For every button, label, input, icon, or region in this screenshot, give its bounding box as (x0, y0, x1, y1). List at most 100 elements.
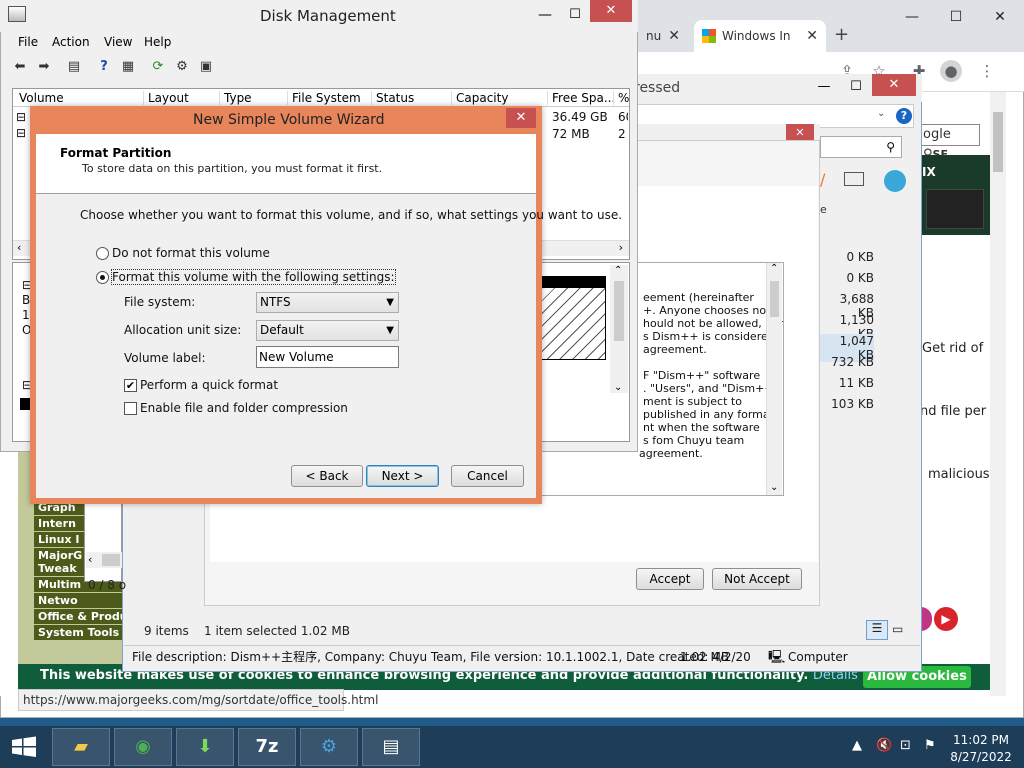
site-nav-item[interactable]: Office & Produ (34, 609, 122, 624)
taskbar-settings-app[interactable]: ⚙ (300, 728, 358, 766)
article-snippet[interactable]: Get rid of (922, 341, 983, 356)
search-input[interactable]: ⚲ (820, 136, 902, 158)
volume-label-input[interactable]: New Volume (256, 346, 399, 368)
site-nav-item[interactable]: Netwo (34, 593, 122, 608)
chevron-down-icon[interactable]: ⌄ (770, 482, 778, 493)
column-type[interactable]: Type (219, 91, 252, 105)
accept-button[interactable]: Accept (636, 568, 704, 590)
free-space-cell[interactable]: 72 MB (552, 127, 590, 141)
properties-icon[interactable]: ▦ (118, 57, 138, 77)
format-volume-label[interactable]: Format this volume with the following se… (111, 269, 396, 285)
article-snippet[interactable]: malicious (928, 467, 990, 482)
unallocated-partition[interactable] (540, 276, 606, 360)
file-system-select[interactable]: NTFS ▼ (256, 292, 399, 313)
clock-time[interactable]: 11:02 PM (946, 733, 1016, 747)
scrollbar-thumb[interactable] (614, 281, 624, 341)
clock-date[interactable]: 8/27/2022 (946, 750, 1016, 764)
help-icon[interactable]: ? (94, 57, 114, 77)
scrollbar-thumb[interactable] (993, 112, 1003, 172)
format-volume-radio[interactable] (96, 271, 109, 284)
maximize-icon[interactable]: ☐ (562, 4, 588, 26)
back-button[interactable]: < Back (291, 465, 363, 487)
site-search-box[interactable]: ogle ⚲SE (920, 124, 980, 162)
paint-icon[interactable]: / (820, 170, 825, 189)
minimize-icon[interactable]: — (808, 76, 840, 98)
globe-icon[interactable] (884, 170, 906, 192)
taskbar-7zip[interactable]: 7z (238, 728, 296, 766)
chevron-down-icon[interactable]: ⌄ (877, 108, 885, 119)
minimize-icon[interactable]: — (530, 4, 560, 26)
rescan-icon[interactable]: ⚙ (172, 57, 192, 77)
close-icon[interactable]: ✕ (590, 0, 632, 22)
chevron-up-icon[interactable]: ⌃ (614, 265, 622, 276)
menu-action[interactable]: Action (52, 35, 90, 49)
do-not-format-label[interactable]: Do not format this volume (112, 246, 270, 260)
chevron-up-icon[interactable]: ⌃ (770, 263, 778, 274)
menu-file[interactable]: File (18, 35, 38, 49)
console-tree-icon[interactable]: ▤ (64, 57, 84, 77)
advertisement[interactable]: IX (920, 155, 990, 235)
taskbar-download-manager[interactable]: ⬇ (176, 728, 234, 766)
browser-scrollbar[interactable] (990, 92, 1006, 696)
close-icon[interactable]: ✕ (978, 0, 1022, 34)
column-capacity[interactable]: Capacity (451, 91, 508, 105)
close-icon[interactable]: ✕ (668, 28, 680, 44)
free-space-cell[interactable]: 36.49 GB (552, 110, 608, 124)
minimize-icon[interactable]: — (890, 0, 934, 34)
menu-help[interactable]: Help (144, 35, 171, 49)
file-size[interactable]: 103 KB (820, 397, 874, 411)
license-scrollbar[interactable]: ⌃ ⌄ (766, 263, 782, 495)
column-free-space[interactable]: Free Spa... (547, 91, 615, 105)
column-file-system[interactable]: File System (287, 91, 361, 105)
file-size[interactable]: 732 KB (820, 355, 874, 369)
site-nav-item[interactable]: System Tools (34, 625, 122, 640)
compression-label[interactable]: Enable file and folder compression (140, 401, 348, 415)
compression-checkbox[interactable] (124, 402, 137, 415)
taskbar-chrome[interactable]: ◉ (114, 728, 172, 766)
close-icon[interactable]: ✕ (806, 28, 818, 44)
chevron-down-icon[interactable]: ⌄ (614, 382, 622, 393)
column-volume[interactable]: Volume (15, 91, 64, 105)
tiles-view-icon[interactable]: ▭ (892, 622, 903, 636)
chevron-right-icon[interactable]: › (619, 241, 623, 254)
cancel-button[interactable]: Cancel (451, 465, 524, 487)
column-status[interactable]: Status (371, 91, 414, 105)
chevron-left-icon[interactable]: ‹ (17, 241, 21, 254)
browser-tab-1[interactable]: nu ✕ (638, 20, 688, 52)
speaker-muted-icon[interactable]: 🔇 (876, 738, 892, 753)
youtube-icon[interactable]: ▶ (934, 607, 958, 631)
chevron-left-icon[interactable]: ‹ (88, 553, 92, 566)
quick-format-checkbox[interactable]: ✔ (124, 379, 137, 392)
quick-format-label[interactable]: Perform a quick format (140, 378, 278, 392)
close-icon[interactable]: ✕ (872, 74, 916, 96)
percent-cell[interactable]: 2 (618, 127, 628, 141)
allocation-unit-select[interactable]: Default ▼ (256, 320, 399, 341)
action-center-icon[interactable]: ⚑ (924, 738, 936, 753)
scrollbar-thumb[interactable] (102, 554, 120, 566)
column-layout[interactable]: Layout (143, 91, 189, 105)
profile-icon[interactable]: ● (940, 60, 962, 82)
next-button[interactable]: Next > (366, 465, 439, 487)
chevron-up-icon[interactable]: ▲ (852, 738, 862, 753)
file-size[interactable]: 0 KB (820, 250, 874, 264)
new-tab-button[interactable]: + (834, 24, 849, 45)
percent-cell[interactable]: 60 (618, 110, 628, 124)
taskbar-file-explorer[interactable]: ▰ (52, 728, 110, 766)
article-snippet[interactable]: nd file per (920, 404, 986, 419)
refresh-icon[interactable]: ⟳ (148, 57, 168, 77)
help-icon[interactable]: ? (896, 108, 912, 124)
network-icon[interactable]: ⊡ (900, 738, 911, 753)
taskbar-disk-management[interactable]: ▤ (362, 728, 420, 766)
menu-icon[interactable]: ⋮ (976, 60, 998, 82)
scrollbar-thumb[interactable] (770, 281, 779, 317)
maximize-icon[interactable]: ☐ (840, 76, 872, 98)
menu-view[interactable]: View (104, 35, 132, 49)
file-size[interactable]: 11 KB (820, 376, 874, 390)
close-icon[interactable]: ✕ (506, 108, 536, 128)
back-arrow-icon[interactable]: ⬅ (10, 57, 30, 77)
drive-icon[interactable] (844, 172, 864, 186)
browser-tab-2[interactable]: Windows In ✕ (694, 20, 826, 52)
forward-arrow-icon[interactable]: ➡ (34, 57, 54, 77)
maximize-icon[interactable]: ☐ (934, 0, 978, 34)
do-not-format-radio[interactable] (96, 247, 109, 260)
